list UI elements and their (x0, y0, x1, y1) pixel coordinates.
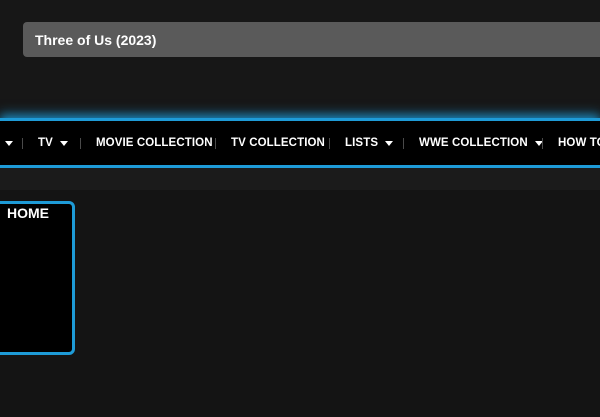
nav-item-how-to[interactable]: HOW TO (558, 121, 600, 165)
nav-item-movie-collection[interactable]: MOVIE COLLECTION (96, 121, 213, 165)
nav-separator (403, 138, 404, 149)
chevron-down-icon (385, 141, 394, 146)
nav-separator (80, 138, 81, 149)
nav-item-label: TV COLLECTION (231, 137, 325, 149)
nav-item-label: HOW TO (558, 137, 600, 149)
nav-separator (215, 138, 216, 149)
nav-item-label: TV (38, 137, 53, 149)
chevron-down-icon (5, 141, 13, 146)
nav-item-tv[interactable]: TV (38, 121, 68, 165)
nav-item-wwe-collection[interactable]: WWE COLLECTION (419, 121, 543, 165)
subheader-strip (0, 168, 600, 190)
nav-item-label: MOVIE COLLECTION (96, 137, 213, 149)
nav-item-lists[interactable]: LISTS (345, 121, 394, 165)
nav-item-clipped[interactable] (0, 121, 13, 165)
nav-item-tv-collection[interactable]: TV COLLECTION (231, 121, 325, 165)
nav-separator (329, 138, 330, 149)
search-value: Three of Us (2023) (35, 31, 157, 48)
nav-separator (542, 138, 543, 149)
header-area (0, 0, 600, 118)
home-title: HOME (7, 205, 49, 221)
home-panel[interactable] (0, 201, 75, 355)
nav-item-label: WWE COLLECTION (419, 137, 528, 149)
main-nav: TV MOVIE COLLECTION TV COLLECTION LISTS … (0, 118, 600, 168)
nav-separator (22, 138, 23, 149)
chevron-down-icon (59, 141, 68, 146)
search-input[interactable]: Three of Us (2023) (23, 22, 600, 57)
nav-bar: TV MOVIE COLLECTION TV COLLECTION LISTS … (0, 121, 600, 165)
nav-item-label: LISTS (345, 137, 379, 149)
